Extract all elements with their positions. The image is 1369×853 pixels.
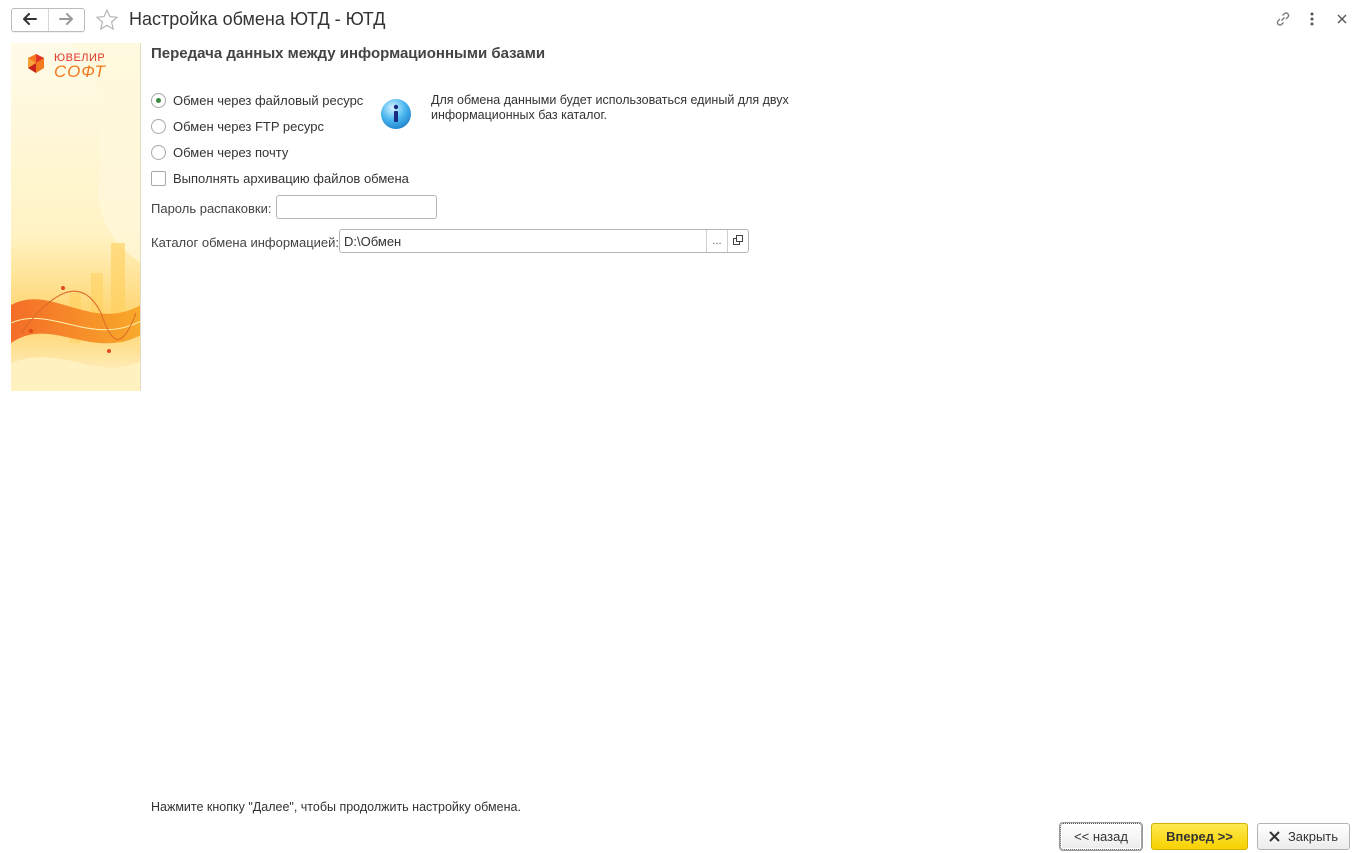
back-nav-button[interactable]	[12, 9, 48, 31]
info-message: Для обмена данными будет использоваться …	[431, 93, 789, 122]
logo-line-2: СОФТ	[54, 62, 106, 81]
password-field[interactable]	[276, 195, 437, 219]
radio-button-selected[interactable]	[151, 92, 166, 108]
close-button-label: Закрыть	[1287, 829, 1339, 844]
catalog-path-input[interactable]: D:\Обмен ...	[339, 229, 749, 253]
radio-button[interactable]	[151, 144, 166, 160]
option-ftp-resource[interactable]: Обмен через FTP ресурс	[151, 117, 324, 135]
close-icon[interactable]	[1333, 10, 1351, 28]
option-file-resource[interactable]: Обмен через файловый ресурс	[151, 91, 363, 109]
link-icon[interactable]	[1274, 10, 1292, 28]
more-vertical-icon[interactable]	[1303, 10, 1321, 28]
logo-text: ЮВЕЛИР СОФТ	[54, 52, 106, 81]
catalog-label: Каталог обмена информацией:	[151, 235, 340, 250]
banner-artwork	[11, 43, 140, 391]
arrow-left-icon	[22, 12, 37, 28]
window-title: Настройка обмена ЮТД - ЮТД	[129, 9, 386, 29]
option-label: Обмен через FTP ресурс	[173, 118, 324, 134]
title-bar: Настройка обмена ЮТД - ЮТД	[0, 0, 1369, 40]
option-label: Обмен через почту	[173, 144, 289, 160]
close-button[interactable]: Закрыть	[1257, 823, 1350, 850]
hint-text: Нажмите кнопку "Далее", чтобы продолжить…	[151, 800, 521, 814]
checkbox-label: Выполнять архивацию файлов обмена	[173, 170, 409, 186]
next-button[interactable]: Вперед >>	[1151, 823, 1248, 850]
page-heading: Передача данных между информационными ба…	[151, 45, 546, 62]
option-email[interactable]: Обмен через почту	[151, 143, 288, 161]
forward-nav-button[interactable]	[47, 9, 84, 31]
select-folder-button[interactable]: ...	[706, 230, 727, 252]
side-banner: ЮВЕЛИР СОФТ	[11, 43, 141, 391]
arrow-right-icon	[59, 12, 74, 28]
close-icon	[1269, 831, 1280, 842]
password-label: Пароль распаковки:	[151, 201, 272, 216]
archive-files-option[interactable]: Выполнять архивацию файлов обмена	[151, 169, 409, 187]
info-icon	[380, 98, 412, 130]
open-external-icon	[733, 234, 743, 248]
radio-button[interactable]	[151, 118, 166, 134]
open-folder-button[interactable]	[727, 230, 748, 252]
archive-checkbox[interactable]	[151, 170, 166, 186]
catalog-path-value[interactable]: D:\Обмен	[340, 230, 706, 252]
option-label: Обмен через файловый ресурс	[173, 92, 364, 108]
back-button[interactable]: << назад	[1060, 823, 1142, 850]
star-icon[interactable]	[95, 8, 119, 32]
navigation-buttons	[11, 8, 85, 32]
